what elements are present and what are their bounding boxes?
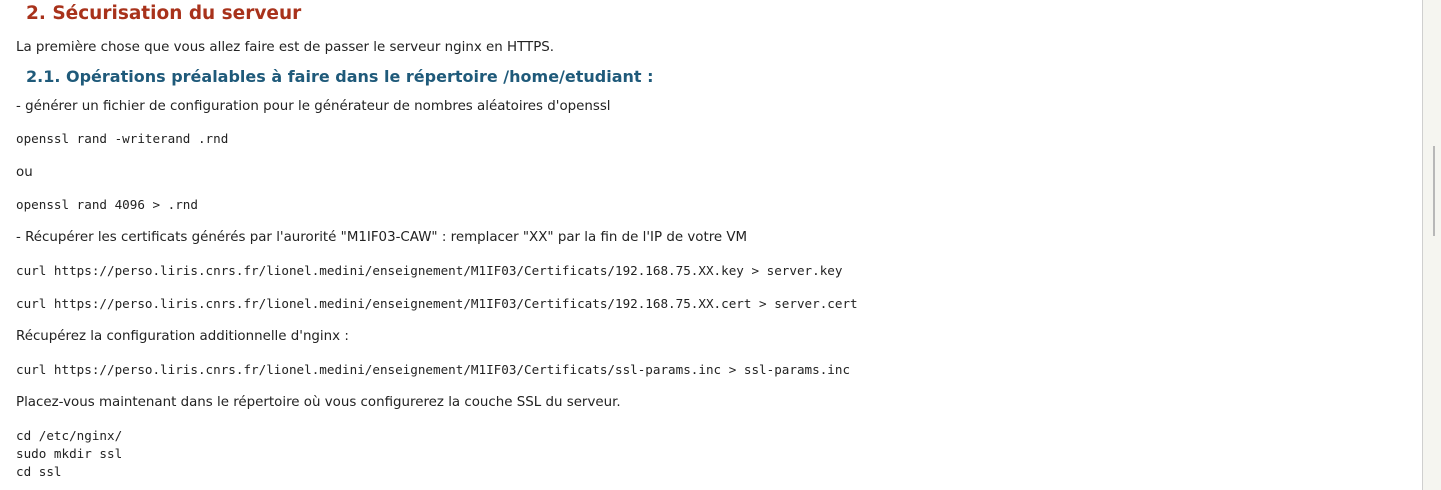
subsection-title: 2.1. Opérations préalables à faire dans … [26, 67, 654, 86]
code-line: curl https://perso.liris.cnrs.fr/lionel.… [16, 263, 843, 278]
code-openssl-rand-4096[interactable]: openssl rand 4096 > .rnd [16, 196, 1422, 214]
code-line: curl https://perso.liris.cnrs.fr/lionel.… [16, 296, 858, 311]
directory-instruction: Placez-vous maintenant dans le répertoir… [16, 395, 621, 410]
code-line: curl https://perso.liris.cnrs.fr/lionel.… [16, 362, 851, 377]
code-line-cd-nginx: cd /etc/nginx/ [16, 428, 123, 443]
code-line-cd-ssl: cd ssl [16, 464, 62, 479]
code-openssl-writerand[interactable]: openssl rand -writerand .rnd [16, 130, 1422, 148]
section-title: 2. Sécurisation du serveur [26, 3, 302, 24]
code-line: openssl rand -writerand .rnd [16, 131, 229, 146]
scrollbar-thumb[interactable] [1433, 146, 1435, 236]
code-line-mkdir: sudo mkdir ssl [16, 446, 123, 461]
certificates-instruction: - Récupérer les certificats générés par … [16, 230, 748, 245]
document-page: 2. Sécurisation du serveur La première c… [0, 0, 1423, 490]
intro-text: La première chose que vous allez faire e… [16, 40, 555, 55]
code-curl-cert[interactable]: curl https://perso.liris.cnrs.fr/lionel.… [16, 295, 1422, 313]
code-curl-key[interactable]: curl https://perso.liris.cnrs.fr/lionel.… [16, 262, 1422, 280]
document-content: 2. Sécurisation du serveur La première c… [0, 0, 1422, 481]
nginx-config-instruction: Récupérez la configuration additionnelle… [16, 329, 349, 344]
generate-instruction: - générer un fichier de configuration po… [16, 99, 611, 114]
code-curl-ssl-params[interactable]: curl https://perso.liris.cnrs.fr/lionel.… [16, 361, 1422, 379]
code-line: openssl rand 4096 > .rnd [16, 197, 198, 212]
or-text: ou [16, 165, 33, 180]
scrollbar[interactable] [1423, 0, 1441, 490]
code-cd-mkdir[interactable]: cd /etc/nginx/sudo mkdir ssl cd ssl [16, 427, 1422, 481]
